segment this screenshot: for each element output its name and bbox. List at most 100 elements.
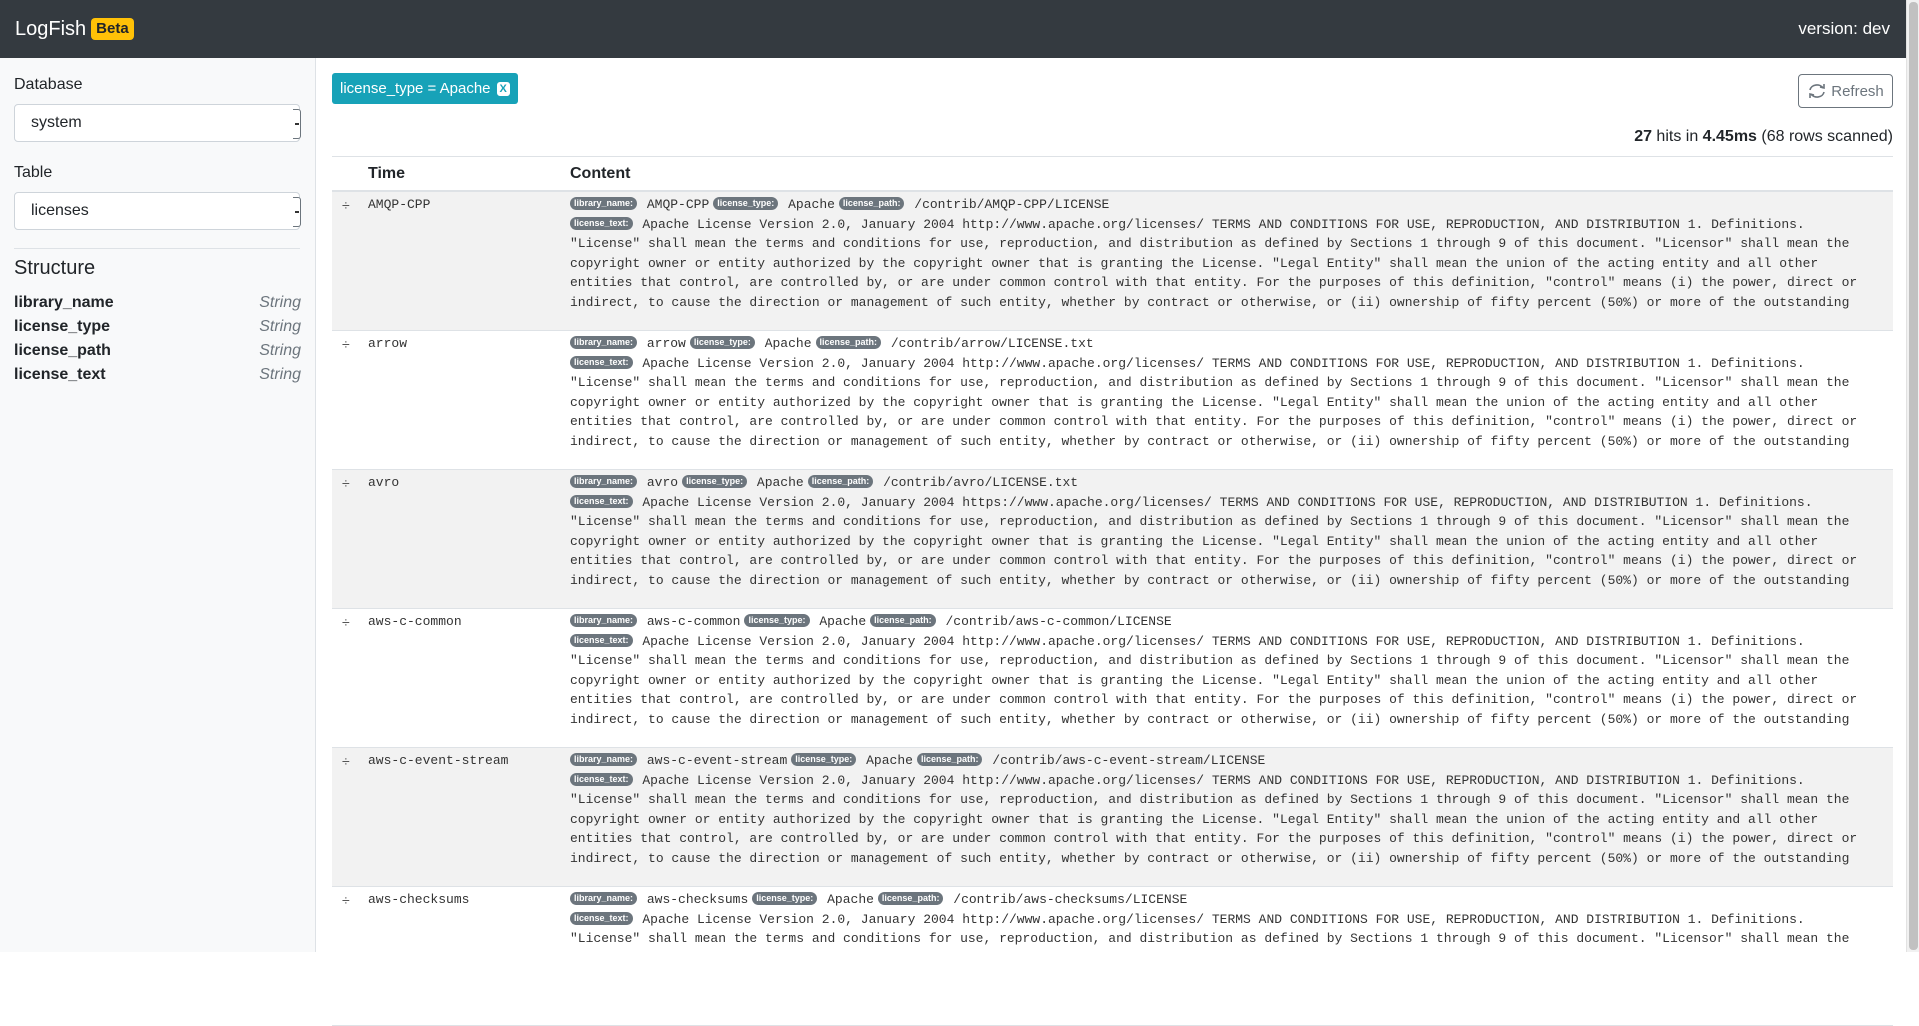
tag-license-path[interactable]: license_path: — [916, 753, 983, 766]
table-row[interactable]: ÷ arrow library_name: arrow license_type: A… — [332, 331, 1893, 470]
top-navbar: LogFish Beta version: dev — [0, 0, 1906, 58]
tag-license-text[interactable]: license_text: — [570, 772, 633, 786]
structure-field-license_path[interactable]: license_path String — [14, 339, 301, 363]
table-row[interactable]: ÷ AMQP-CPP library_name: AMQP-CPP license_t… — [332, 192, 1893, 331]
value-license-path: /contrib/aws-c-common/LICENSE — [945, 614, 1172, 629]
field-type: String — [259, 366, 301, 383]
value-license-text: Apache License Version 2.0, January 2004… — [570, 633, 1858, 727]
row-fade — [332, 312, 1893, 330]
table-select[interactable]: licenses — [14, 192, 301, 230]
value-library-name: arrow — [646, 336, 686, 351]
tag-license-type[interactable]: license_type: — [791, 753, 857, 766]
table-label: Table — [14, 164, 53, 181]
tag-library-name[interactable]: library_name: — [570, 614, 638, 627]
value-library-name: AMQP-CPP — [646, 197, 710, 212]
table-row[interactable]: ÷ aws-checksums library_name: aws-checksum… — [332, 887, 1893, 1026]
database-select[interactable]: system — [14, 104, 301, 142]
row-time: arrow — [368, 336, 408, 351]
row-time: avro — [368, 475, 400, 490]
filter-chip[interactable]: license_type = Apache X — [332, 73, 518, 104]
value-library-name: aws-c-common — [646, 614, 741, 629]
tag-license-path[interactable]: license_path: — [815, 336, 882, 349]
tag-license-text[interactable]: license_text: — [570, 633, 633, 647]
value-license-text: Apache License Version 2.0, January 2004… — [570, 772, 1858, 866]
tag-license-text[interactable]: license_text: — [570, 911, 633, 925]
filter-chip-label: license_type = Apache — [340, 80, 491, 97]
refresh-button[interactable]: Refresh — [1798, 74, 1893, 108]
tag-library-name[interactable]: library_name: — [570, 197, 638, 210]
tag-license-path[interactable]: license_path: — [877, 892, 944, 905]
row-fade — [332, 1007, 1893, 1025]
structure-field-library_name[interactable]: library_name String — [14, 291, 301, 315]
value-license-path: /contrib/arrow/LICENSE.txt — [890, 336, 1094, 351]
value-license-type: Apache — [756, 475, 804, 490]
tag-license-path[interactable]: license_path: — [807, 475, 874, 488]
tag-license-path[interactable]: license_path: — [838, 197, 905, 210]
tag-license-type[interactable]: license_type: — [689, 336, 755, 349]
tag-license-text[interactable]: license_text: — [570, 494, 633, 508]
tag-license-type[interactable]: license_type: — [744, 614, 810, 627]
expand-row-icon[interactable]: ÷ — [342, 892, 350, 908]
tag-library-name[interactable]: library_name: — [570, 336, 638, 349]
expand-row-icon[interactable]: ÷ — [342, 753, 350, 769]
tag-license-type[interactable]: license_type: — [752, 892, 818, 905]
tag-license-type[interactable]: license_type: — [682, 475, 748, 488]
row-time: AMQP-CPP — [368, 197, 431, 212]
table-select-handle[interactable] — [293, 197, 301, 227]
row-fade — [332, 451, 1893, 469]
value-license-text: Apache License Version 2.0, January 2004… — [570, 494, 1858, 588]
row-time: aws-c-event-stream — [368, 753, 509, 768]
tag-library-name[interactable]: library_name: — [570, 892, 638, 905]
table-body: ÷ AMQP-CPP library_name: AMQP-CPP license_t… — [332, 192, 1893, 1026]
tag-license-text[interactable]: license_text: — [570, 216, 633, 230]
value-license-type: Apache — [827, 892, 874, 907]
value-license-path: /contrib/aws-c-event-stream/LICENSE — [992, 753, 1266, 768]
page-scrollbar[interactable] — [1906, 0, 1919, 952]
tag-license-text[interactable]: license_text: — [570, 355, 633, 369]
row-content: library_name: arrow license_type: Apache l… — [570, 334, 1862, 452]
value-license-path: /contrib/AMQP-CPP/LICENSE — [914, 197, 1110, 212]
version-label: version: dev — [1798, 19, 1890, 38]
structure-field-license_text[interactable]: license_text String — [14, 363, 301, 387]
hits-word: hits in — [1651, 128, 1703, 145]
database-label: Database — [14, 76, 83, 93]
brand-name: LogFish — [15, 17, 87, 40]
main-panel: license_type = Apache X Refresh 27 hits … — [332, 58, 1893, 1026]
row-fade — [332, 729, 1893, 747]
expand-row-icon[interactable]: ÷ — [342, 336, 350, 352]
structure-field-license_type[interactable]: license_type String — [14, 315, 301, 339]
page-scrollbar-thumb[interactable] — [1909, 2, 1918, 950]
tag-library-name[interactable]: library_name: — [570, 753, 638, 766]
value-license-text: Apache License Version 2.0, January 2004… — [570, 216, 1858, 310]
hits-time: 4.45ms — [1702, 128, 1757, 145]
refresh-icon — [1809, 84, 1826, 98]
column-header-time: Time — [368, 164, 406, 182]
row-time: aws-checksums — [368, 892, 470, 907]
row-content: library_name: aws-c-common license_type: … — [570, 612, 1862, 730]
table-row[interactable]: ÷ aws-c-event-stream library_name: aws-c-e… — [332, 748, 1893, 887]
tag-license-path[interactable]: license_path: — [870, 614, 936, 627]
tag-library-name[interactable]: library_name: — [570, 475, 638, 488]
row-content: library_name: aws-c-event-stream license_… — [570, 751, 1862, 869]
column-header-content: Content — [570, 164, 631, 182]
hits-summary: 27 hits in 4.45ms (68 rows scanned) — [1634, 128, 1893, 146]
value-library-name: aws-c-event-stream — [646, 753, 788, 768]
expand-row-icon[interactable]: ÷ — [342, 614, 350, 630]
tag-license-type[interactable]: license_type: — [713, 197, 779, 210]
value-license-path: /contrib/avro/LICENSE.txt — [883, 475, 1079, 490]
value-license-type: Apache — [788, 197, 835, 212]
field-type: String — [259, 318, 301, 335]
hits-scanned: (68 rows scanned) — [1756, 128, 1893, 145]
expand-row-icon[interactable]: ÷ — [342, 475, 350, 491]
table-row[interactable]: ÷ aws-c-common library_name: aws-c-common l… — [332, 609, 1893, 748]
filter-remove-button[interactable]: X — [496, 81, 510, 96]
structure-field-list: library_name String license_type String lice… — [14, 291, 301, 387]
field-name: library_name — [14, 294, 114, 311]
table-row[interactable]: ÷ avro library_name: avro license_type: Apa… — [332, 470, 1893, 609]
brand[interactable]: LogFish Beta — [15, 18, 134, 41]
field-type: String — [259, 294, 301, 311]
value-license-path: /contrib/aws-checksums/LICENSE — [953, 892, 1188, 907]
table-header: Time Content — [332, 156, 1893, 192]
database-select-handle[interactable] — [293, 109, 301, 139]
expand-row-icon[interactable]: ÷ — [342, 197, 350, 213]
